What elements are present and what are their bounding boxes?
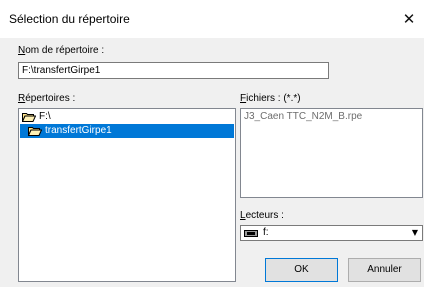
directory-item-root[interactable]: F:\ [20, 110, 51, 124]
files-list[interactable]: J3_Caen TTC_N2M_B.rpe [240, 108, 423, 198]
directories-list[interactable]: F:\ transfertGirpe1 [18, 108, 236, 282]
ok-button[interactable]: OK [265, 258, 338, 282]
directory-name-label: Nom de répertoire : [18, 45, 105, 56]
title-bar: Sélection du répertoire ✕ [0, 0, 424, 38]
directory-item-label: transfertGirpe1 [45, 125, 112, 136]
drives-label: Lecteurs : [240, 210, 284, 221]
files-label: Fichiers : (*.*) [240, 93, 301, 104]
open-folder-icon [28, 127, 42, 136]
file-item[interactable]: J3_Caen TTC_N2M_B.rpe [244, 111, 362, 122]
window-title: Sélection du répertoire [9, 12, 130, 26]
close-icon[interactable]: ✕ [394, 4, 424, 34]
directory-name-input[interactable]: F:\transfertGirpe1 [18, 62, 329, 79]
drive-icon [244, 230, 258, 237]
directory-item-selected[interactable]: transfertGirpe1 [20, 124, 234, 138]
chevron-down-icon[interactable]: ▼ [408, 226, 422, 240]
drive-value: f: [263, 227, 269, 238]
open-folder-icon [22, 113, 36, 122]
directories-label: Répertoires : [18, 93, 76, 104]
drive-select[interactable]: f: ▼ [240, 225, 423, 241]
cancel-button[interactable]: Annuler [348, 258, 421, 282]
dialog-body: Nom de répertoire : F:\transfertGirpe1 R… [0, 38, 424, 287]
directory-item-label: F:\ [39, 111, 51, 122]
